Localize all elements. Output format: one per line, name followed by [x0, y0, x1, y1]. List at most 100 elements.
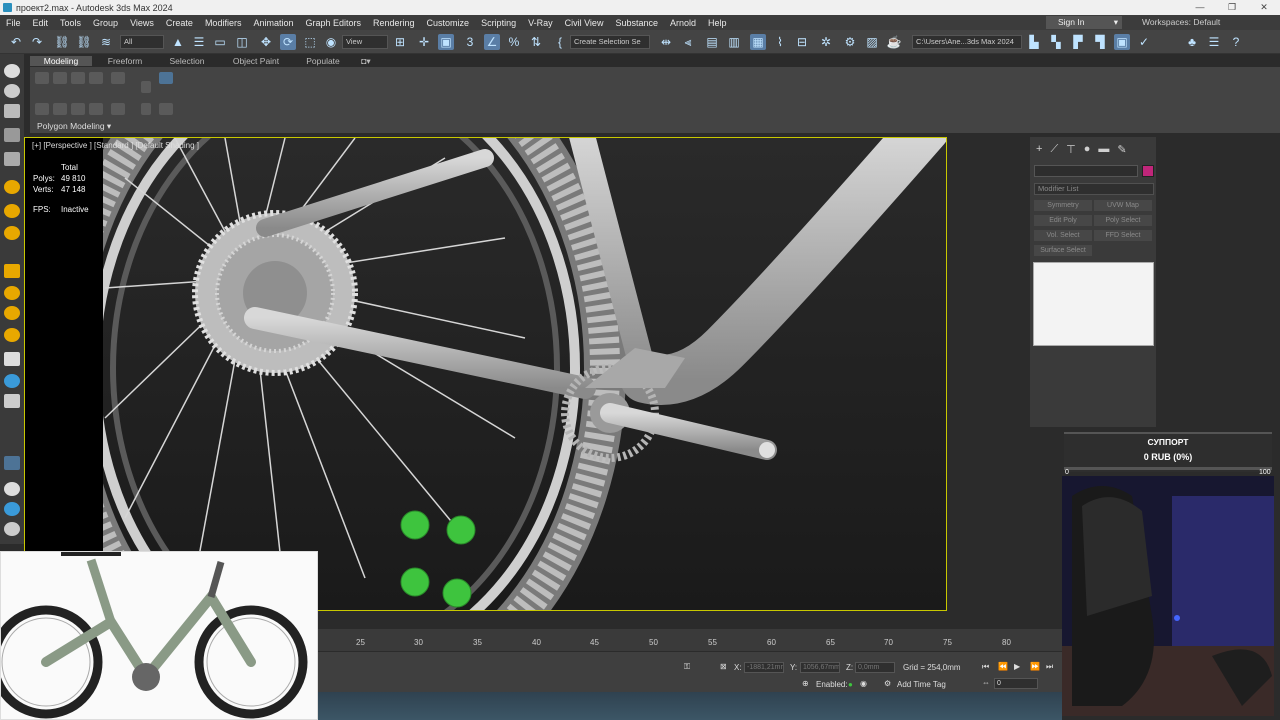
ribbon-options-icon[interactable]: ◘▾ [356, 56, 376, 67]
project-folder-icon[interactable]: ▙ [1026, 34, 1042, 50]
x-coordinate-field[interactable]: -1881,21mm [744, 662, 784, 673]
poly-select-button[interactable]: Poly Select [1094, 215, 1152, 226]
plugin-icon[interactable]: ♣ [1184, 34, 1200, 50]
go-to-end-icon[interactable]: ⏭ [1046, 662, 1053, 672]
hierarchy-tab-icon[interactable]: ⊤ [1066, 143, 1076, 156]
menu-group[interactable]: Group [87, 18, 124, 28]
help-icon[interactable]: ? [1228, 34, 1244, 50]
spacewarp-icon[interactable] [4, 264, 20, 278]
ffd-select-button[interactable]: FFD Select [1094, 230, 1152, 241]
system-icon[interactable] [4, 286, 20, 300]
mirror-icon[interactable]: ⇹ [658, 34, 674, 50]
viewport-label[interactable]: [+] [Perspective ] [Standard ] [Default … [32, 141, 199, 150]
globe-icon[interactable] [4, 374, 20, 388]
particles-icon[interactable] [4, 502, 20, 516]
keyboard-shortcut-icon[interactable]: ▣ [438, 34, 454, 50]
window-crossing-icon[interactable]: ◫ [234, 34, 250, 50]
curve-editor-icon[interactable]: ⌇ [772, 34, 788, 50]
pivot-tool-icon[interactable] [4, 456, 20, 470]
ribbon-tool-button[interactable] [53, 72, 67, 84]
ribbon-tool-button[interactable] [89, 103, 103, 115]
create-tab-icon[interactable]: + [1036, 143, 1042, 156]
menu-animation[interactable]: Animation [247, 18, 299, 28]
layer-explorer-icon[interactable]: ▥ [726, 34, 742, 50]
menu-edit[interactable]: Edit [27, 18, 55, 28]
current-frame-field[interactable]: 0 [994, 678, 1038, 689]
hierarchy-icon[interactable] [4, 104, 20, 118]
teapot-icon[interactable] [4, 522, 20, 536]
tab-selection[interactable]: Selection [162, 56, 212, 66]
rendered-frame-icon[interactable]: ▨ [864, 34, 880, 50]
menu-graph-editors[interactable]: Graph Editors [299, 18, 367, 28]
modify-tab-icon[interactable]: ⟋ [1050, 143, 1058, 156]
tab-modeling[interactable]: Modeling [30, 56, 92, 66]
modifier-list-dropdown[interactable]: Modifier List [1034, 183, 1154, 195]
import-icon[interactable]: ▜ [1092, 34, 1108, 50]
check-icon[interactable]: ✓ [1136, 34, 1152, 50]
ribbon-tool-button[interactable] [111, 72, 125, 84]
percent-snap-icon[interactable]: % [506, 34, 522, 50]
menu-views[interactable]: Views [124, 18, 160, 28]
motion-tab-icon[interactable]: ● [1084, 143, 1091, 156]
menu-vray[interactable]: V-Ray [522, 18, 559, 28]
redo-icon[interactable]: ↷ [29, 34, 45, 50]
snaps-toggle-icon[interactable]: 3 [462, 34, 478, 50]
modifier-stack[interactable] [1033, 262, 1154, 346]
scene-explorer-icon[interactable]: ▤ [704, 34, 720, 50]
ribbon-tool-button[interactable] [35, 72, 49, 84]
move-icon[interactable]: ✥ [258, 34, 274, 50]
sun-icon[interactable] [4, 306, 20, 320]
reference-coordinate-dropdown[interactable]: View [342, 35, 388, 49]
menu-substance[interactable]: Substance [609, 18, 664, 28]
tab-populate[interactable]: Populate [300, 56, 346, 66]
add-time-tag[interactable]: Add Time Tag [897, 680, 946, 689]
edit-poly-button[interactable]: Edit Poly [1034, 215, 1092, 226]
close-button[interactable]: ✕ [1248, 0, 1280, 15]
box-icon[interactable] [4, 352, 20, 366]
prev-frame-icon[interactable]: ⏪ [998, 662, 1008, 671]
menu-arnold[interactable]: Arnold [664, 18, 702, 28]
project-path-dropdown[interactable]: C:\Users\Ane...3ds Max 2024 [912, 35, 1022, 49]
maximize-button[interactable]: ❐ [1216, 0, 1248, 15]
schematic-view-icon[interactable]: ⊟ [794, 34, 810, 50]
light-icon[interactable] [4, 180, 20, 194]
menu-help[interactable]: Help [702, 18, 733, 28]
tab-freeform[interactable]: Freeform [102, 56, 148, 66]
play-icon[interactable]: ▶ [1014, 662, 1020, 671]
named-selection-dropdown[interactable]: Create Selection Se [570, 35, 650, 49]
vol-select-button[interactable]: Vol. Select [1034, 230, 1092, 241]
scale-icon[interactable]: ⬚ [302, 34, 318, 50]
tab-object-paint[interactable]: Object Paint [226, 56, 286, 66]
utilities-tab-icon[interactable]: ✎ [1117, 143, 1126, 156]
modify-icon[interactable] [4, 84, 20, 98]
camera-icon[interactable] [4, 204, 20, 218]
sign-in-dropdown[interactable]: Sign In [1046, 16, 1122, 29]
selection-filter-dropdown[interactable]: All [120, 35, 164, 49]
ribbon-tool-button[interactable] [71, 72, 85, 84]
tape-icon[interactable] [4, 394, 20, 408]
menu-create[interactable]: Create [160, 18, 199, 28]
placement-icon[interactable]: ◉ [323, 34, 339, 50]
ribbon-tool-button[interactable] [159, 72, 173, 84]
lock-selection-icon[interactable]: ⚿ [684, 662, 690, 672]
menu-customize[interactable]: Customize [421, 18, 476, 28]
menu-scripting[interactable]: Scripting [475, 18, 522, 28]
uvw-map-button[interactable]: UVW Map [1094, 200, 1152, 211]
timeline-ruler[interactable]: 25 30 35 40 45 50 55 60 65 70 75 80 [318, 629, 1062, 651]
ribbon-tool-button[interactable] [141, 81, 151, 93]
z-coordinate-field[interactable]: 0,0mm [855, 662, 895, 673]
material-editor-icon[interactable]: ✲ [818, 34, 834, 50]
surface-select-button[interactable]: Surface Select [1034, 245, 1092, 256]
tag-icon[interactable]: ⚙ [884, 679, 891, 688]
pivot-icon[interactable]: ⊞ [392, 34, 408, 50]
ribbon-toggle-icon[interactable]: ▦ [750, 34, 766, 50]
link-icon[interactable]: ⛓ [54, 34, 70, 50]
select-by-name-icon[interactable]: ☰ [191, 34, 207, 50]
workspaces-selector[interactable]: Workspaces: Default [1142, 16, 1220, 29]
y-coordinate-field[interactable]: 1056,67mm [800, 662, 840, 673]
ribbon-tool-button[interactable] [111, 103, 125, 115]
go-to-start-icon[interactable]: ⏮ [982, 662, 989, 672]
render-setup-icon[interactable]: ⚙ [842, 34, 858, 50]
key-mode-icon[interactable]: ⇔ [982, 678, 990, 687]
rotate-icon[interactable]: ⟳ [280, 34, 296, 50]
